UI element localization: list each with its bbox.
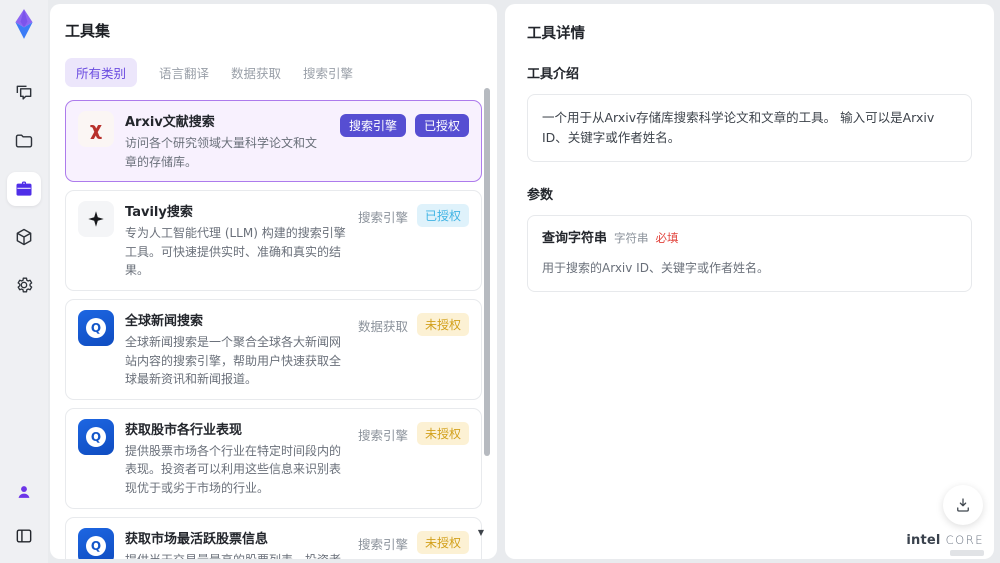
panel-toggle-icon: [16, 529, 32, 543]
tab-all-categories[interactable]: 所有类别: [65, 58, 138, 87]
nav-settings-button[interactable]: [7, 268, 41, 302]
core-brand-text: CORE: [945, 532, 984, 547]
category-tabs: 所有类别 语言翻译 数据获取 搜索引擎: [65, 58, 482, 87]
tool-name: 获取市场最活跃股票信息: [125, 531, 269, 547]
user-icon: [18, 486, 30, 498]
tool-card-tavily[interactable]: Tavily搜索 专为人工智能代理 (LLM) 构建的搜索引擎工具。可快速提供实…: [65, 190, 482, 291]
briefcase-icon: [16, 181, 32, 196]
stock-sector-icon: Q: [78, 418, 114, 455]
tool-card-arxiv[interactable]: χ Arxiv文献搜索 访问各个研究领域大量科学论文和文章的存储库。 搜索引擎 …: [65, 100, 482, 183]
param-description: 用于搜索的Arxiv ID、关键字或作者姓名。: [542, 260, 769, 275]
tool-name: Tavily搜索: [125, 205, 193, 221]
tool-name: 全球新闻搜索: [125, 313, 204, 329]
user-profile-button[interactable]: [7, 475, 41, 509]
tool-description: 提供股票市场各个行业在特定时间段内的表现。投资者可以利用这些信息来识别表现优于或…: [125, 443, 342, 495]
active-stocks-icon: Q: [78, 527, 114, 559]
intro-heading: 工具介绍: [527, 67, 580, 82]
auth-badge: 未授权: [416, 312, 469, 336]
auth-badge: 未授权: [416, 530, 469, 554]
tool-list-panel: 工具集 所有类别 语言翻译 数据获取 搜索引擎 χ Arxiv文献搜索 访问各个…: [50, 4, 497, 559]
tool-card-active-stocks[interactable]: Q 获取市场最活跃股票信息 提供当天交易量最高的股票列表，投资者可以利用这些信息…: [65, 516, 482, 559]
cube-icon: [16, 228, 32, 246]
tavily-icon: [78, 201, 114, 238]
brand-sub-mark: [950, 550, 984, 556]
category-label: 搜索引擎: [357, 536, 408, 552]
folder-icon: [15, 134, 33, 148]
global-news-icon: Q: [78, 309, 114, 346]
collapse-panel-button[interactable]: [7, 519, 41, 553]
tool-description: 专为人工智能代理 (LLM) 构建的搜索引擎工具。可快速提供实时、准确和真实的结…: [125, 226, 346, 278]
download-button[interactable]: [943, 485, 983, 525]
auth-badge[interactable]: 已授权: [414, 114, 469, 137]
tool-description: 提供当天交易量最高的股票列表，投资者可以利用这些信息来识别流动性强的股票和潜在的…: [125, 551, 347, 559]
nav-models-button[interactable]: [7, 220, 41, 254]
download-icon: [957, 498, 969, 512]
arxiv-icon: χ: [78, 111, 114, 147]
left-nav-rail: [0, 0, 48, 563]
list-scrollbar[interactable]: [484, 88, 490, 549]
auth-badge: 未授权: [416, 421, 469, 445]
tab-search-engine[interactable]: 搜索引擎: [303, 58, 353, 87]
param-type: 字符串: [614, 231, 649, 245]
tab-data-fetch[interactable]: 数据获取: [231, 58, 281, 87]
tool-details-panel: 工具详情 工具介绍 一个用于从Arxiv存储库搜索科学论文和文章的工具。 输入可…: [505, 4, 994, 559]
gear-icon: [17, 277, 33, 293]
tool-list: χ Arxiv文献搜索 访问各个研究领域大量科学论文和文章的存储库。 搜索引擎 …: [65, 100, 482, 559]
tool-description: 全球新闻搜索是一个聚合全球各大新闻网站内容的搜索引擎，帮助用户快速获取全球最新资…: [125, 334, 342, 387]
params-heading: 参数: [527, 188, 554, 203]
nav-chat-button[interactable]: [7, 76, 41, 110]
category-badge[interactable]: 搜索引擎: [339, 114, 406, 137]
param-box: 查询字符串 字符串 必填 用于搜索的Arxiv ID、关键字或作者姓名。: [527, 215, 972, 292]
nav-files-button[interactable]: [7, 124, 41, 158]
tab-language-translation[interactable]: 语言翻译: [159, 58, 209, 87]
tool-name: 获取股市各行业表现: [125, 422, 243, 438]
intel-brand-text: intel: [906, 532, 941, 548]
category-label: 搜索引擎: [357, 210, 408, 226]
param-name: 查询字符串: [542, 231, 608, 246]
tool-description: 访问各个研究领域大量科学论文和文章的存储库。: [125, 136, 318, 169]
page-title: 工具集: [65, 22, 111, 40]
category-label: 搜索引擎: [357, 427, 408, 443]
intel-core-logo: intel CORE: [906, 530, 984, 556]
param-required-flag: 必填: [655, 231, 679, 245]
details-title: 工具详情: [527, 26, 585, 42]
scroll-down-icon[interactable]: ▼: [478, 528, 484, 537]
tool-card-global-news[interactable]: Q 全球新闻搜索 全球新闻搜索是一个聚合全球各大新闻网站内容的搜索引擎，帮助用户…: [65, 298, 482, 400]
intro-box: 一个用于从Arxiv存储库搜索科学论文和文章的工具。 输入可以是Arxiv ID…: [527, 94, 972, 162]
nav-tools-button[interactable]: [7, 172, 41, 206]
tool-name: Arxiv文献搜索: [125, 115, 215, 130]
chat-icon: [16, 85, 32, 100]
auth-badge: 已授权: [416, 204, 469, 228]
tool-card-sector-performance[interactable]: Q 获取股市各行业表现 提供股票市场各个行业在特定时间段内的表现。投资者可以利用…: [65, 407, 482, 509]
scrollbar-thumb[interactable]: [484, 88, 490, 456]
app-logo: [15, 9, 33, 39]
category-label: 数据获取: [357, 318, 408, 334]
